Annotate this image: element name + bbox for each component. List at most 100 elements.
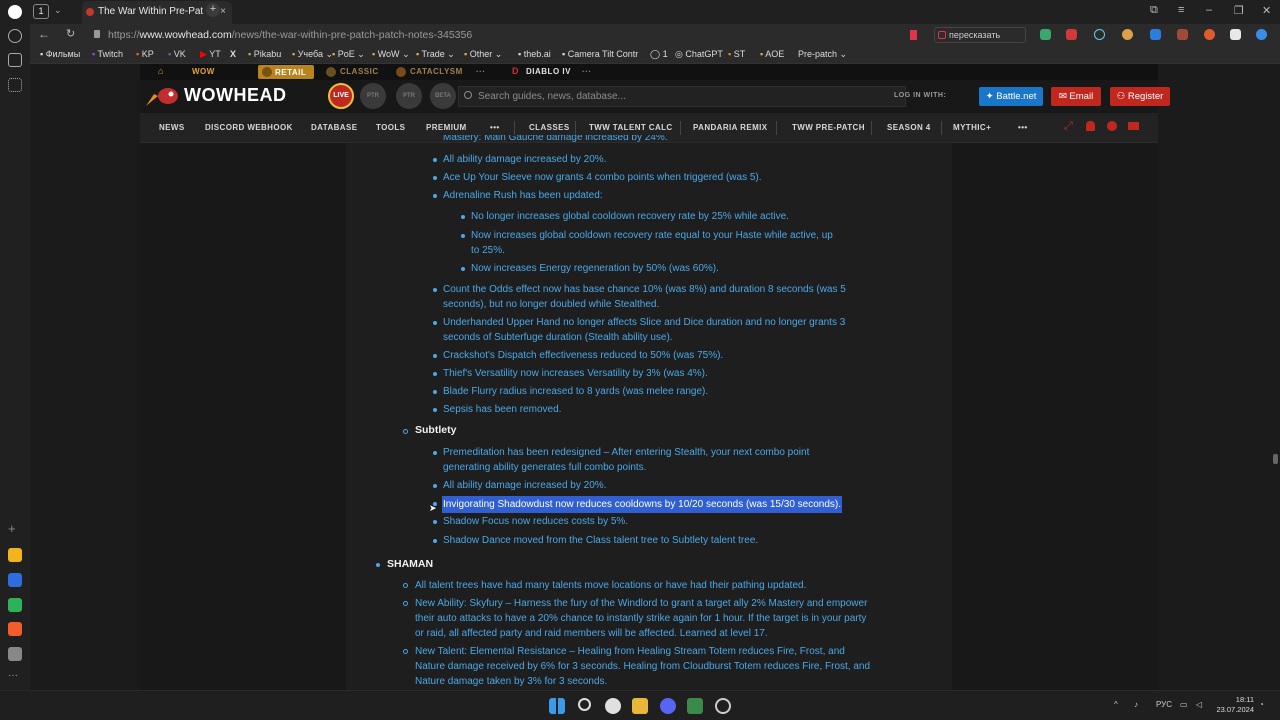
- bookmark-folder-poe[interactable]: ▪ PoE ⌄: [332, 49, 365, 60]
- add-panel-icon[interactable]: +: [8, 522, 22, 537]
- beta-badge[interactable]: BETA: [430, 83, 456, 109]
- discord-icon[interactable]: [660, 698, 676, 714]
- tab-count-badge[interactable]: 1: [33, 4, 49, 19]
- highlighted-list-item[interactable]: Invigorating Shadowdust now reduces cool…: [442, 496, 843, 513]
- collections-icon[interactable]: ⧉: [1150, 4, 1158, 17]
- search-input[interactable]: Search guides, news, database...: [458, 86, 906, 107]
- bookmark-camera-tilt[interactable]: ▪ Camera Tilt Contr: [562, 49, 638, 59]
- scrollbar[interactable]: [1270, 64, 1280, 690]
- search-icon[interactable]: [578, 698, 591, 711]
- scrollbar-thumb[interactable]: [1273, 454, 1278, 464]
- nav-classes[interactable]: CLASSES: [529, 123, 570, 132]
- clock[interactable]: 18:11 23.07.2024: [1212, 695, 1254, 715]
- bookmark-films[interactable]: ▪ Фильмы: [40, 49, 80, 59]
- profile-icon[interactable]: [8, 5, 22, 19]
- game-diablo[interactable]: DIABLO IV: [526, 67, 571, 76]
- game-cataclysm[interactable]: CATACLYSM: [410, 67, 463, 76]
- start-icon[interactable]: [549, 698, 565, 714]
- settings-icon[interactable]: [715, 698, 731, 714]
- notepad-icon[interactable]: [687, 698, 703, 714]
- bookmark-folder-study[interactable]: ▪ Учеба ⌄: [292, 49, 333, 60]
- minimize-icon[interactable]: –: [1206, 4, 1212, 16]
- nav-tww-pre-patch[interactable]: TWW PRE-PATCH: [792, 123, 865, 132]
- nav-tools[interactable]: TOOLS: [376, 123, 405, 132]
- nav-more-2[interactable]: •••: [1018, 123, 1028, 132]
- battlenet-login-button[interactable]: ✦ Battle.net: [979, 87, 1043, 106]
- ptr-2-badge[interactable]: PTR 11.0.0: [396, 83, 422, 125]
- extension-circle-icon[interactable]: [1204, 29, 1215, 40]
- extension-doc-icon[interactable]: [1230, 29, 1241, 40]
- history-icon[interactable]: [8, 29, 22, 43]
- bookmark-chatgpt[interactable]: ◎ ChatGPT: [675, 49, 723, 60]
- extension-bird-icon[interactable]: [1150, 29, 1161, 40]
- bookmark-github[interactable]: ◯ 1: [650, 49, 668, 60]
- tab-close-icon[interactable]: ×: [220, 1, 226, 23]
- extension-translate-icon[interactable]: [1066, 29, 1077, 40]
- docs-icon[interactable]: [8, 573, 22, 587]
- bookmark-kp[interactable]: ▪ KP: [136, 49, 154, 59]
- bookmark-folder-other[interactable]: ▪ Other ⌄: [464, 49, 502, 60]
- new-tab-button[interactable]: +: [206, 3, 220, 17]
- bookmark-twitch[interactable]: ▪ Twitch: [92, 49, 123, 59]
- apps-grid-icon[interactable]: [8, 78, 22, 92]
- bookmark-folder-trade[interactable]: ▪ Trade ⌄: [416, 49, 455, 60]
- nav-pandaria-remix[interactable]: PANDARIA REMIX: [693, 123, 768, 132]
- app-icon-orange[interactable]: [8, 622, 22, 636]
- notification-bell-icon[interactable]: ◔: [1259, 700, 1264, 709]
- extension-box-icon[interactable]: [1177, 29, 1188, 40]
- bookmark-flag-icon[interactable]: [910, 30, 917, 40]
- bookmark-pikabu[interactable]: ▪ Pikabu: [248, 49, 281, 59]
- tab-list-chevron-icon[interactable]: ⌄: [54, 5, 62, 16]
- file-explorer-icon[interactable]: [632, 698, 648, 714]
- bookmark-yt[interactable]: ▶ YT: [200, 49, 221, 60]
- nav-tww-talent-calc[interactable]: TWW TALENT CALC: [589, 123, 673, 132]
- bookmark-vk[interactable]: ▪ VK: [168, 49, 186, 59]
- back-icon[interactable]: ←: [38, 27, 50, 41]
- tray-chevron-icon[interactable]: ^: [1114, 700, 1118, 709]
- nav-season-4[interactable]: SEASON 4: [887, 123, 931, 132]
- bookmark-thebai[interactable]: ▪ theb.ai: [518, 49, 551, 59]
- extension-shield-icon[interactable]: [1040, 29, 1051, 40]
- app-icon-gray[interactable]: [8, 647, 22, 661]
- volume-icon[interactable]: ◁: [1196, 700, 1202, 709]
- nav-database[interactable]: DATABASE: [311, 123, 357, 132]
- game-wow[interactable]: WOW: [192, 67, 215, 76]
- bookmark-folder-prepatch[interactable]: Pre-patch ⌄: [798, 49, 847, 60]
- mail-icon[interactable]: [1128, 122, 1139, 130]
- site-logo[interactable]: WOWHEAD: [184, 85, 286, 106]
- downloads-icon[interactable]: [8, 53, 22, 67]
- nav-premium[interactable]: PREMIUM: [426, 123, 467, 132]
- game-retail[interactable]: RETAIL: [258, 65, 314, 79]
- app-icon-yellow[interactable]: [8, 548, 22, 562]
- extension-react-icon[interactable]: [1094, 29, 1105, 40]
- url-field[interactable]: https://www.wowhead.com/news/the-war-wit…: [108, 26, 936, 44]
- nav-mythic-plus[interactable]: MYTHIC+: [953, 123, 991, 132]
- email-login-button[interactable]: ✉ Email: [1051, 87, 1101, 106]
- close-window-icon[interactable]: ✕: [1262, 4, 1271, 17]
- reload-icon[interactable]: ↻: [66, 27, 75, 40]
- ptr-1-badge[interactable]: PTR 10.2.7: [360, 83, 386, 125]
- extension-cookie-icon[interactable]: [1122, 29, 1133, 40]
- game-classic[interactable]: CLASSIC: [340, 67, 379, 76]
- expand-icon[interactable]: ⤢: [1064, 120, 1073, 133]
- nav-news[interactable]: NEWS: [159, 123, 185, 132]
- register-button[interactable]: ⚇ Register: [1110, 87, 1170, 106]
- home-icon[interactable]: ⌂: [158, 66, 163, 76]
- globe-icon[interactable]: [1107, 121, 1117, 131]
- bookmark-st[interactable]: ▪ ST: [728, 49, 745, 59]
- more-games-1[interactable]: ···: [476, 67, 486, 76]
- more-icon[interactable]: ···: [8, 670, 22, 684]
- network-icon[interactable]: ▭: [1180, 700, 1188, 709]
- keyboard-language[interactable]: РУС: [1156, 700, 1172, 709]
- bookmark-aoe[interactable]: ▪ AOE: [760, 49, 784, 59]
- bookmark-x[interactable]: X: [230, 49, 236, 59]
- bookmark-folder-wow[interactable]: ▪ WoW ⌄: [372, 49, 410, 60]
- wowhead-logo-icon[interactable]: [144, 86, 180, 108]
- more-games-2[interactable]: ···: [582, 67, 592, 76]
- menu-icon[interactable]: ≡: [1178, 4, 1184, 16]
- nav-discord-webhook[interactable]: DISCORD WEBHOOK: [205, 123, 293, 132]
- restore-icon[interactable]: ❐: [1234, 4, 1244, 17]
- retell-button[interactable]: пересказать: [934, 27, 1026, 43]
- notifications-icon[interactable]: [1086, 121, 1095, 131]
- microphone-icon[interactable]: ♪: [1134, 700, 1138, 709]
